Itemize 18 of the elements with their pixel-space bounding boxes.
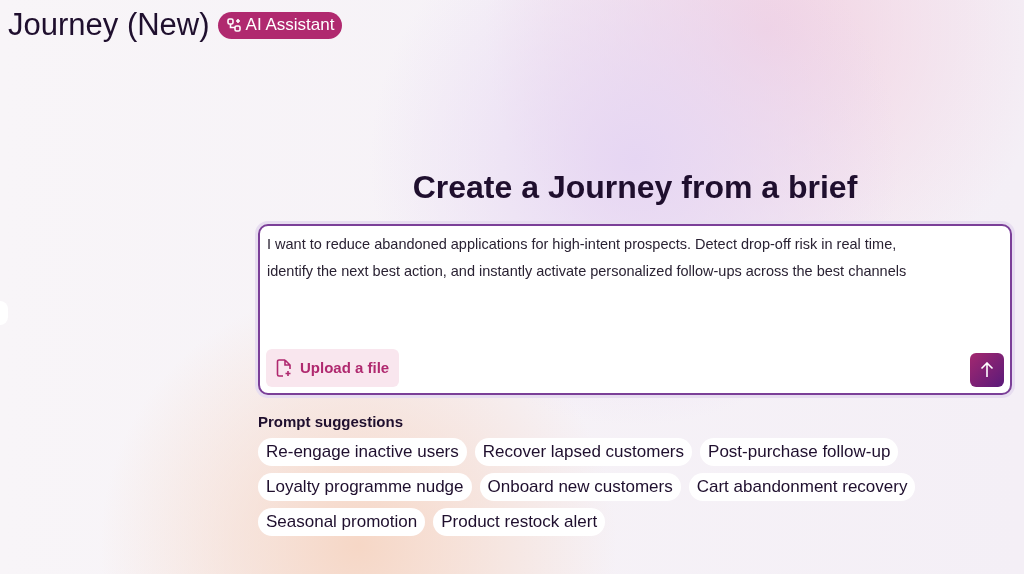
sparkle-nodes-icon bbox=[225, 17, 242, 33]
arrow-up-icon bbox=[980, 362, 994, 378]
suggestion-chip[interactable]: Recover lapsed customers bbox=[474, 438, 693, 466]
suggestion-chip[interactable]: Post-purchase follow-up bbox=[700, 438, 899, 466]
suggestion-chip[interactable]: Onboard new customers bbox=[479, 473, 681, 501]
brief-field[interactable]: I want to reduce abandoned applications for high-intent prospects. Detect drop-off risk in real time, identify the next best action, and instantly activate personalized follow-ups across the best channels Upload a file bbox=[258, 224, 1012, 395]
suggestion-chip[interactable]: Re-engage inactive users bbox=[258, 438, 467, 466]
ai-assistant-badge: AI Assistant bbox=[217, 11, 343, 39]
suggestion-chip[interactable]: Product restock alert bbox=[433, 508, 606, 536]
suggestion-chip[interactable]: Cart abandonment recovery bbox=[688, 473, 916, 501]
suggestion-chip[interactable]: Loyalty programme nudge bbox=[258, 473, 472, 501]
suggestion-chip[interactable]: Seasonal promotion bbox=[258, 508, 426, 536]
upload-file-button[interactable]: Upload a file bbox=[266, 349, 400, 387]
suggestions-label: Prompt suggestions bbox=[258, 412, 404, 432]
page-title: Journey (New) bbox=[8, 6, 210, 44]
send-button[interactable] bbox=[970, 353, 1004, 387]
composer-heading: Create a Journey from a brief bbox=[411, 168, 859, 207]
file-add-icon bbox=[276, 359, 292, 377]
